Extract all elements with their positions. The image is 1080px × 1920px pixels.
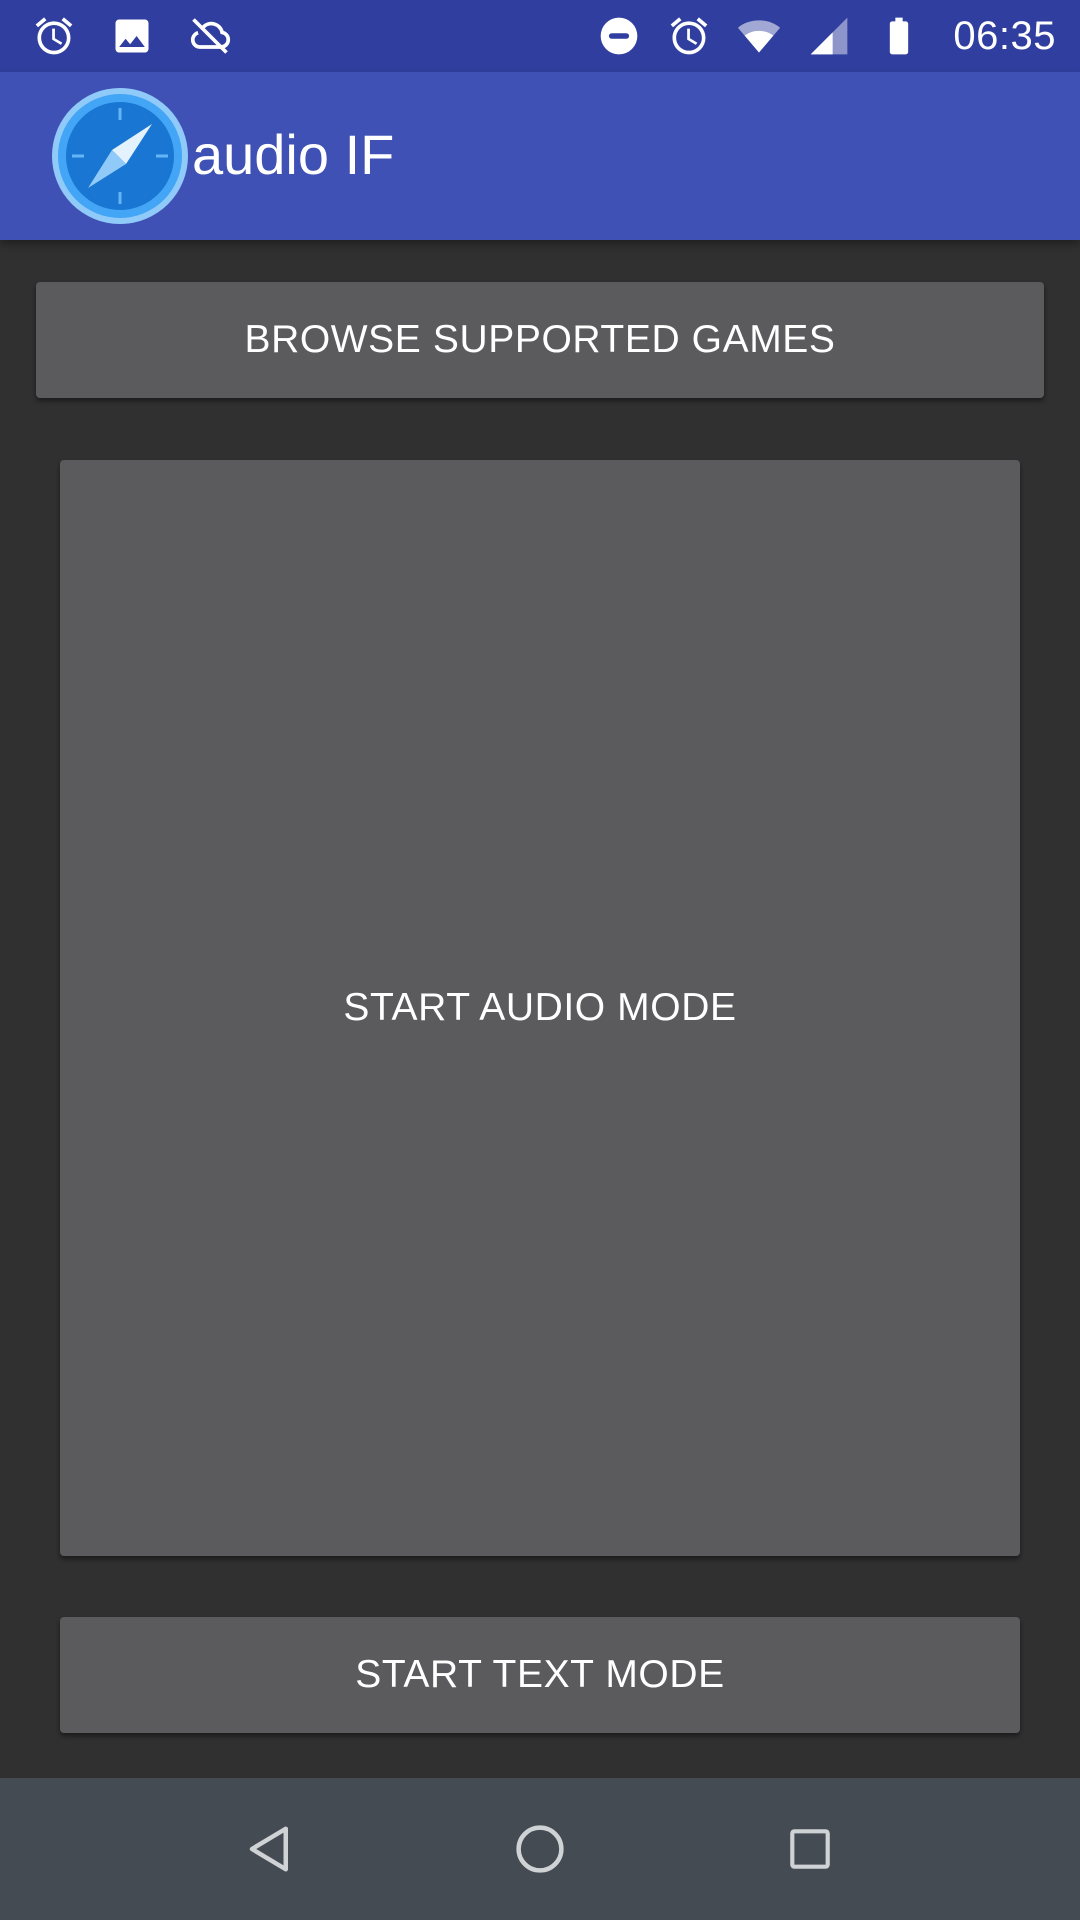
home-icon[interactable] (500, 1809, 580, 1889)
battery-icon (875, 12, 923, 60)
alarm-icon (30, 12, 78, 60)
image-icon (108, 12, 156, 60)
app-bar: audio IF (0, 72, 1080, 240)
back-icon[interactable] (230, 1809, 310, 1889)
navigation-bar (0, 1778, 1080, 1920)
start-text-mode-button[interactable]: START TEXT MODE (60, 1617, 1020, 1733)
alarm-icon (665, 12, 713, 60)
app-title: audio IF (192, 123, 395, 186)
recent-apps-icon[interactable] (770, 1809, 850, 1889)
do-not-disturb-icon (595, 12, 643, 60)
sync-off-icon (186, 12, 234, 60)
browse-supported-games-button[interactable]: BROWSE SUPPORTED GAMES (36, 282, 1044, 398)
status-bar: 06:35 (0, 0, 1080, 72)
start-audio-mode-button[interactable]: START AUDIO MODE (60, 460, 1020, 1556)
compass-icon (48, 84, 192, 228)
status-right-icons: 06:35 (595, 0, 1056, 72)
wifi-icon (735, 12, 783, 60)
signal-icon (805, 12, 853, 60)
status-left-icons (30, 12, 234, 60)
status-clock: 06:35 (953, 13, 1056, 58)
